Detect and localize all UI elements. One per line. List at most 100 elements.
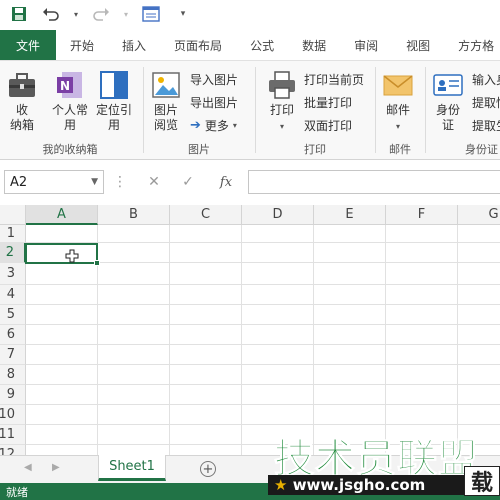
insert-function-icon[interactable]: fx	[212, 170, 240, 194]
group-label-print: 打印	[304, 143, 326, 156]
toolbox-label: 收 纳箱	[9, 103, 34, 132]
mail-label: 邮件 ▾	[385, 103, 410, 131]
customize-qat-icon[interactable]: ▾	[172, 3, 194, 25]
print-label: 打印 ▾	[269, 103, 294, 131]
toolbox-icon	[9, 73, 35, 97]
tab-fangfangge[interactable]: 方方格	[444, 30, 494, 60]
row-header-12[interactable]: 12	[0, 445, 26, 455]
print-current-page-button[interactable]: 打印当前页	[304, 69, 364, 89]
row-header-8[interactable]: 8	[0, 365, 26, 385]
tab-home[interactable]: 开始	[56, 30, 108, 60]
tab-review[interactable]: 审阅	[340, 30, 392, 60]
group-label-mail: 邮件	[389, 143, 411, 156]
form-icon[interactable]	[140, 3, 162, 25]
ribbon-tabs: 文件 开始 插入 页面布局 公式 数据 审阅 视图 方方格	[0, 30, 500, 60]
tab-page-layout[interactable]: 页面布局	[160, 30, 236, 60]
personal-common-label: 个人常 用	[52, 103, 89, 132]
row-header-9[interactable]: 9	[0, 385, 26, 405]
prev-sheet-icon[interactable]: ◀	[24, 462, 32, 473]
import-image-label: 导入图片	[190, 72, 239, 87]
tab-insert[interactable]: 插入	[108, 30, 160, 60]
row-header-2[interactable]: 2	[0, 243, 26, 263]
column-header-e[interactable]: E	[314, 205, 386, 225]
group-label-image: 图片	[188, 143, 210, 156]
id-card-button[interactable]: 身份 证	[432, 69, 464, 133]
row-header-3[interactable]: 3	[0, 263, 26, 285]
fill-handle[interactable]	[94, 260, 100, 266]
select-all-corner[interactable]	[0, 205, 26, 225]
id-card-label: 身份 证	[435, 103, 460, 132]
column-header-d[interactable]: D	[242, 205, 314, 225]
row-header-6[interactable]: 6	[0, 325, 26, 345]
group-label-toolbox: 我的收纳箱	[42, 143, 98, 156]
ribbon: 收 纳箱 N 个人常 用 定位引 用 我的收纳箱 图片 阅览 导入图片 导出图片…	[0, 60, 500, 160]
cancel-icon[interactable]: ✕	[142, 170, 166, 194]
input-id-button[interactable]: 输入身	[472, 69, 500, 89]
worksheet-grid[interactable]: ABCDEFG 1 2 3 4 5 6 7 8 9 10 11 12	[0, 205, 500, 455]
extract-gender-button[interactable]: 提取性	[472, 92, 500, 112]
next-sheet-icon[interactable]: ▶	[52, 462, 60, 473]
redo-icon[interactable]	[90, 3, 112, 25]
chevron-down-icon[interactable]: ▼	[91, 177, 98, 187]
add-sheet-icon[interactable]: +	[200, 461, 216, 477]
redo-dropdown-icon[interactable]: ▾	[122, 3, 130, 25]
batch-print-label: 批量打印	[304, 95, 353, 110]
tab-formulas[interactable]: 公式	[236, 30, 288, 60]
extract-gender-label: 提取性	[472, 95, 500, 110]
active-cell[interactable]	[25, 243, 100, 266]
tab-view[interactable]: 视图	[392, 30, 444, 60]
more-dots-icon[interactable]: ⋮	[113, 170, 127, 194]
export-image-button[interactable]: 导出图片	[190, 92, 238, 112]
mail-button[interactable]: 邮件 ▾	[382, 69, 414, 134]
column-header-b[interactable]: B	[98, 205, 170, 225]
image-preview-icon	[152, 72, 180, 98]
confirm-icon[interactable]: ✓	[176, 170, 200, 194]
more-button[interactable]: ➔ 更多 ▾	[190, 115, 237, 135]
row-header-10[interactable]: 10	[0, 405, 26, 425]
group-id-card: 身份 证 输入身 提取性 提取生 身份证	[428, 61, 500, 161]
formula-input[interactable]	[248, 170, 500, 194]
column-header-g[interactable]: G	[458, 205, 500, 225]
extract-birth-label: 提取生	[472, 118, 500, 133]
printer-icon	[269, 71, 295, 99]
undo-dropdown-icon[interactable]: ▾	[72, 3, 80, 25]
duplex-print-button[interactable]: 双面打印	[304, 115, 352, 135]
row-headers: 1 2 3 4 5 6 7 8 9 10 11 12	[0, 225, 26, 455]
name-box[interactable]: A2 ▼	[4, 170, 104, 194]
save-icon[interactable]	[8, 3, 30, 25]
column-header-a[interactable]: A	[26, 205, 98, 225]
row-header-7[interactable]: 7	[0, 345, 26, 365]
row-header-11[interactable]: 11	[0, 425, 26, 445]
batch-print-button[interactable]: 批量打印	[304, 92, 352, 112]
row-header-1[interactable]: 1	[0, 225, 26, 243]
group-label-id-card: 身份证	[465, 143, 498, 156]
tab-data[interactable]: 数据	[288, 30, 340, 60]
status-bar: 就绪	[0, 483, 500, 500]
chevron-down-icon: ▾	[232, 120, 237, 130]
sheet-tab-sheet1[interactable]: Sheet1	[98, 455, 166, 481]
locate-ref-button[interactable]: 定位引 用	[96, 69, 132, 133]
name-box-value: A2	[10, 174, 28, 190]
status-text: 就绪	[6, 485, 28, 499]
svg-text:N: N	[60, 79, 70, 93]
print-button[interactable]: 打印 ▾	[266, 69, 298, 134]
row-header-4[interactable]: 4	[0, 285, 26, 305]
column-header-f[interactable]: F	[386, 205, 458, 225]
image-preview-button[interactable]: 图片 阅览	[150, 69, 182, 133]
ribbon-separator	[425, 67, 426, 153]
toolbox-button[interactable]: 收 纳箱	[6, 69, 38, 133]
locate-ref-label: 定位引 用	[96, 103, 133, 132]
row-header-5[interactable]: 5	[0, 305, 26, 325]
quick-access-toolbar: ▾ ▾ ▾	[0, 0, 500, 28]
ribbon-separator	[143, 67, 144, 153]
print-current-page-label: 打印当前页	[304, 72, 365, 87]
cell-cursor-icon	[65, 249, 79, 263]
extract-birth-button[interactable]: 提取生	[472, 115, 500, 135]
undo-icon[interactable]	[40, 3, 62, 25]
image-preview-label: 图片 阅览	[153, 103, 178, 132]
ribbon-separator	[375, 67, 376, 153]
personal-common-button[interactable]: N 个人常 用	[52, 69, 88, 133]
column-header-c[interactable]: C	[170, 205, 242, 225]
import-image-button[interactable]: 导入图片	[190, 69, 238, 89]
tab-file[interactable]: 文件	[0, 30, 57, 60]
